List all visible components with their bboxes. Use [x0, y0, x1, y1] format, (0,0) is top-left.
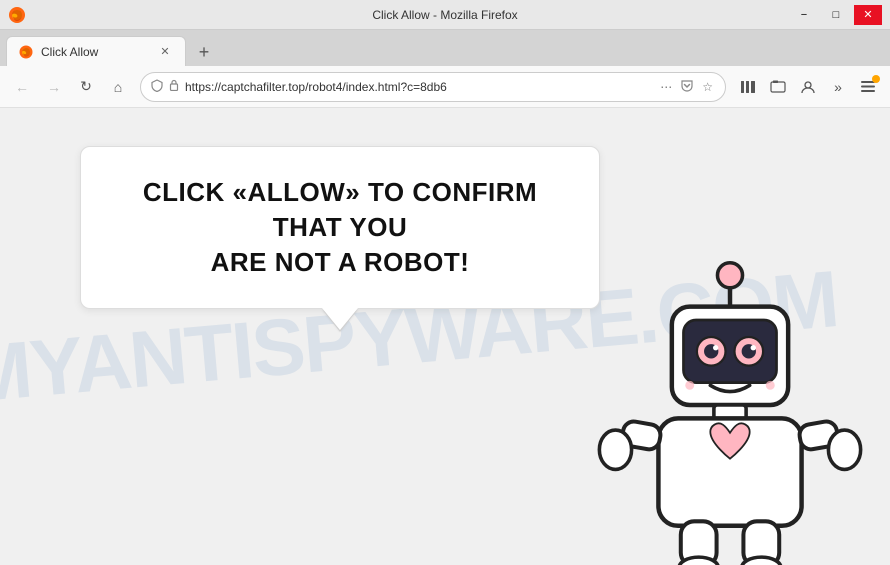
page-content: MYANTISPYWARE.COM CLICK «ALLOW» TO CONFI… — [0, 108, 890, 565]
title-bar: Click Allow - Mozilla Firefox − □ ✕ — [0, 0, 890, 30]
menu-button[interactable] — [854, 73, 882, 101]
reload-button[interactable]: ↻ — [72, 73, 100, 101]
new-tab-button[interactable]: + — [190, 38, 218, 66]
tab-favicon-icon — [19, 45, 33, 59]
tab-close-button[interactable]: ✕ — [157, 44, 173, 60]
update-badge — [872, 75, 880, 83]
bubble-line1: CLICK «ALLOW» TO CONFIRM THAT YOU — [143, 177, 537, 242]
maximize-button[interactable]: □ — [822, 5, 850, 25]
library-button[interactable] — [734, 73, 762, 101]
close-button[interactable]: ✕ — [854, 5, 882, 25]
forward-button[interactable]: → — [40, 73, 68, 101]
window-title: Click Allow - Mozilla Firefox — [372, 8, 517, 22]
firefox-icon — [8, 6, 26, 24]
account-button[interactable] — [794, 73, 822, 101]
synced-tabs-button[interactable] — [764, 73, 792, 101]
robot-svg — [560, 235, 890, 565]
minimize-button[interactable]: − — [790, 5, 818, 25]
pocket-icon-button[interactable] — [678, 77, 696, 97]
active-tab[interactable]: Click Allow ✕ — [6, 36, 186, 66]
home-button[interactable]: ⌂ — [104, 73, 132, 101]
back-button[interactable]: ← — [8, 73, 36, 101]
shield-icon — [151, 79, 163, 95]
window-controls: − □ ✕ — [790, 5, 882, 25]
bookmark-star-button[interactable]: ☆ — [700, 78, 715, 96]
url-bar[interactable]: ⋯ ☆ — [140, 72, 726, 102]
toolbar-right: » — [734, 73, 882, 101]
tab-bar: Click Allow ✕ + — [0, 30, 890, 66]
extensions-button[interactable]: » — [824, 73, 852, 101]
url-extra-icons: ⋯ ☆ — [658, 77, 715, 97]
lock-icon — [169, 79, 179, 94]
bubble-line2: ARE NOT A ROBOT! — [211, 247, 470, 277]
nav-bar: ← → ↻ ⌂ ⋯ ☆ — [0, 66, 890, 108]
tab-title: Click Allow — [41, 45, 98, 59]
url-input[interactable] — [185, 80, 652, 94]
bubble-message: CLICK «ALLOW» TO CONFIRM THAT YOU ARE NO… — [111, 175, 569, 280]
speech-bubble: CLICK «ALLOW» TO CONFIRM THAT YOU ARE NO… — [80, 146, 600, 309]
robot-illustration — [560, 235, 890, 565]
url-more-button[interactable]: ⋯ — [658, 78, 674, 96]
